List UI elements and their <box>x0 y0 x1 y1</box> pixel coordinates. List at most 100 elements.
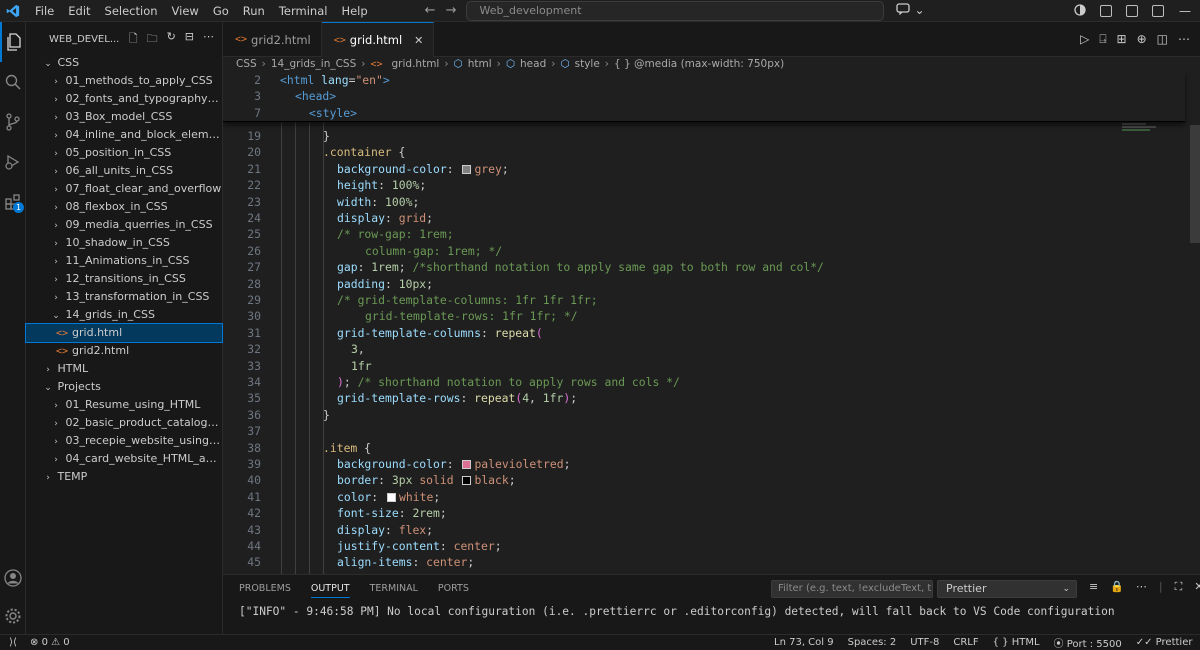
chevron-right-icon: › <box>54 401 58 411</box>
menu-help[interactable]: Help <box>334 0 374 22</box>
breadcrumb-item[interactable]: { } @media (max-width: 750px) <box>614 58 784 70</box>
menu-file[interactable]: File <box>28 0 61 22</box>
live-server-port[interactable]: ⦿ Port : 5500 <box>1054 635 1122 650</box>
close-icon[interactable]: ✕ <box>414 34 423 47</box>
folder-item[interactable]: › 01_Resume_using_HTML <box>26 396 222 414</box>
search-icon[interactable] <box>0 62 26 102</box>
accounts-avatar-icon[interactable] <box>0 558 26 598</box>
problems-status[interactable]: ⊗ 0 ⚠ 0 <box>30 637 70 648</box>
toggle-secondary-sidebar-icon[interactable] <box>1152 5 1164 17</box>
breadcrumb-item[interactable]: head <box>520 58 546 70</box>
menu-selection[interactable]: Selection <box>98 0 165 22</box>
folder-item[interactable]: › 03_recepie_website_using_HTM... <box>26 432 222 450</box>
menu-terminal[interactable]: Terminal <box>272 0 335 22</box>
breadcrumb-item[interactable]: 14_grids_in_CSS <box>271 58 356 70</box>
folder-item[interactable]: › 11_Animations_in_CSS <box>26 252 222 270</box>
source-control-icon[interactable] <box>0 102 26 142</box>
folder-html[interactable]: › HTML <box>26 360 222 378</box>
color-swatch[interactable] <box>462 476 472 486</box>
run-icon[interactable]: ▷ <box>1080 32 1089 46</box>
sticky-scroll[interactable]: 2 <html lang="en"> 3 <head> 7 <style> <box>223 72 1185 122</box>
menu-run[interactable]: Run <box>236 0 272 22</box>
folder-item[interactable]: › 04_card_website_HTML_and_CSS <box>26 450 222 468</box>
settings-gear-icon[interactable] <box>0 596 26 636</box>
minimize-icon[interactable]: — <box>1178 4 1192 18</box>
back-arrow-icon[interactable]: ← <box>425 3 436 18</box>
browser-preview-icon[interactable]: ⊕ <box>1137 32 1147 46</box>
refresh-icon[interactable]: ↻ <box>167 30 176 49</box>
chevron-down-icon: ⌄ <box>52 311 60 321</box>
tab-problems[interactable]: PROBLEMS <box>239 583 291 594</box>
prettier-status[interactable]: ✓✓ Prettier <box>1136 637 1193 648</box>
collapse-all-icon[interactable]: ⊟ <box>185 30 194 49</box>
open-preview-icon[interactable]: ⊞ <box>1117 32 1127 46</box>
tab-grid-html[interactable]: <> grid.html ✕ <box>321 22 435 57</box>
list-filter-icon[interactable]: ≡ <box>1089 580 1098 594</box>
folder-item[interactable]: › 13_transformation_in_CSS <box>26 288 222 306</box>
folder-item[interactable]: › 06_all_units_in_CSS <box>26 162 222 180</box>
folder-14-grids[interactable]: ⌄ 14_grids_in_CSS <box>26 306 222 324</box>
output-channel-select[interactable]: Prettier ⌄ <box>937 580 1077 598</box>
tab-terminal[interactable]: TERMINAL <box>370 583 418 594</box>
code-editor[interactable]: 2 <html lang="en"> 3 <head> 7 <style> 19} 2… <box>223 72 1200 574</box>
cursor-position[interactable]: Ln 73, Col 9 <box>774 637 834 648</box>
accounts-icon[interactable] <box>1074 3 1086 19</box>
forward-arrow-icon[interactable]: → <box>446 3 457 18</box>
folder-item[interactable]: › 10_shadow_in_CSS <box>26 234 222 252</box>
menu-go[interactable]: Go <box>206 0 236 22</box>
breadcrumb-item[interactable]: grid.html <box>392 58 440 70</box>
output-filter-input[interactable]: Filter (e.g. text, !excludeText, t... <box>771 580 933 598</box>
menu-view[interactable]: View <box>165 0 206 22</box>
indentation[interactable]: Spaces: 2 <box>848 637 897 648</box>
end-of-line[interactable]: CRLF <box>953 637 978 648</box>
folder-projects[interactable]: ⌄ Projects <box>26 378 222 396</box>
color-swatch[interactable] <box>462 460 472 469</box>
folder-item[interactable]: › 05_position_in_CSS <box>26 144 222 162</box>
breadcrumb-item[interactable]: style <box>575 58 600 70</box>
remote-indicator-icon[interactable]: ⟩⟨ <box>0 635 26 650</box>
new-folder-icon[interactable]: 🗀 <box>147 30 158 49</box>
folder-item[interactable]: › 12_transitions_in_CSS <box>26 270 222 288</box>
tab-grid2-html[interactable]: <> grid2.html <box>223 22 322 57</box>
folder-temp[interactable]: › TEMP <box>26 468 222 486</box>
toggle-panel-icon[interactable] <box>1126 5 1138 17</box>
color-swatch[interactable] <box>387 492 397 502</box>
close-panel-icon[interactable]: ✕ <box>1194 580 1200 594</box>
more-actions-icon[interactable]: ⋯ <box>203 30 214 49</box>
menu-edit[interactable]: Edit <box>61 0 97 22</box>
editor-scrollbar[interactable] <box>1190 125 1200 243</box>
folder-item[interactable]: › 04_inline_and_block_elements_... <box>26 126 222 144</box>
tab-output[interactable]: OUTPUT <box>310 583 350 598</box>
folder-item[interactable]: › 08_flexbox_in_CSS <box>26 198 222 216</box>
code-line: justify-content: center; <box>337 539 502 553</box>
open-changes-icon[interactable]: ⍈ <box>1099 32 1106 47</box>
extensions-icon[interactable]: 1 <box>0 182 26 222</box>
command-center-search[interactable]: Web_development <box>466 0 885 21</box>
folder-item[interactable]: › 07_float_clear_and_overflow <box>26 180 222 198</box>
encoding[interactable]: UTF-8 <box>910 637 939 648</box>
breadcrumb-item[interactable]: CSS <box>236 58 257 70</box>
toggle-primary-sidebar-icon[interactable] <box>1100 5 1112 17</box>
explorer-icon[interactable] <box>0 22 26 62</box>
folder-item[interactable]: › 02_basic_product_catalog_HTML <box>26 414 222 432</box>
folder-css[interactable]: ⌄ CSS <box>26 54 222 72</box>
folder-item[interactable]: › 03_Box_model_CSS <box>26 108 222 126</box>
more-actions-icon[interactable]: ⋯ <box>1178 32 1190 46</box>
file-grid2-html[interactable]: <> grid2.html <box>26 342 222 360</box>
folder-item[interactable]: › 09_media_querries_in_CSS <box>26 216 222 234</box>
file-grid-html[interactable]: <> grid.html <box>25 323 223 343</box>
color-swatch[interactable] <box>462 164 472 174</box>
tab-ports[interactable]: PORTS <box>438 583 469 594</box>
folder-item[interactable]: › 01_methods_to_apply_CSS <box>26 72 222 90</box>
new-file-icon[interactable]: 🗋 <box>129 30 138 49</box>
breadcrumb-item[interactable]: html <box>468 58 492 70</box>
language-mode[interactable]: { } HTML <box>993 637 1040 648</box>
maximize-panel-icon[interactable]: ⛶ <box>1175 580 1183 594</box>
lock-icon[interactable]: 🔒 <box>1110 580 1124 594</box>
more-actions-icon[interactable]: ⋯ <box>1136 580 1147 594</box>
run-and-debug-icon[interactable] <box>0 142 26 182</box>
folder-item[interactable]: › 02_fonts_and_typography_CSS <box>26 90 222 108</box>
chevron-down-icon[interactable]: ⌄ <box>914 3 924 18</box>
copilot-chat-icon[interactable] <box>896 3 911 18</box>
split-editor-icon[interactable]: ◫ <box>1157 32 1168 46</box>
